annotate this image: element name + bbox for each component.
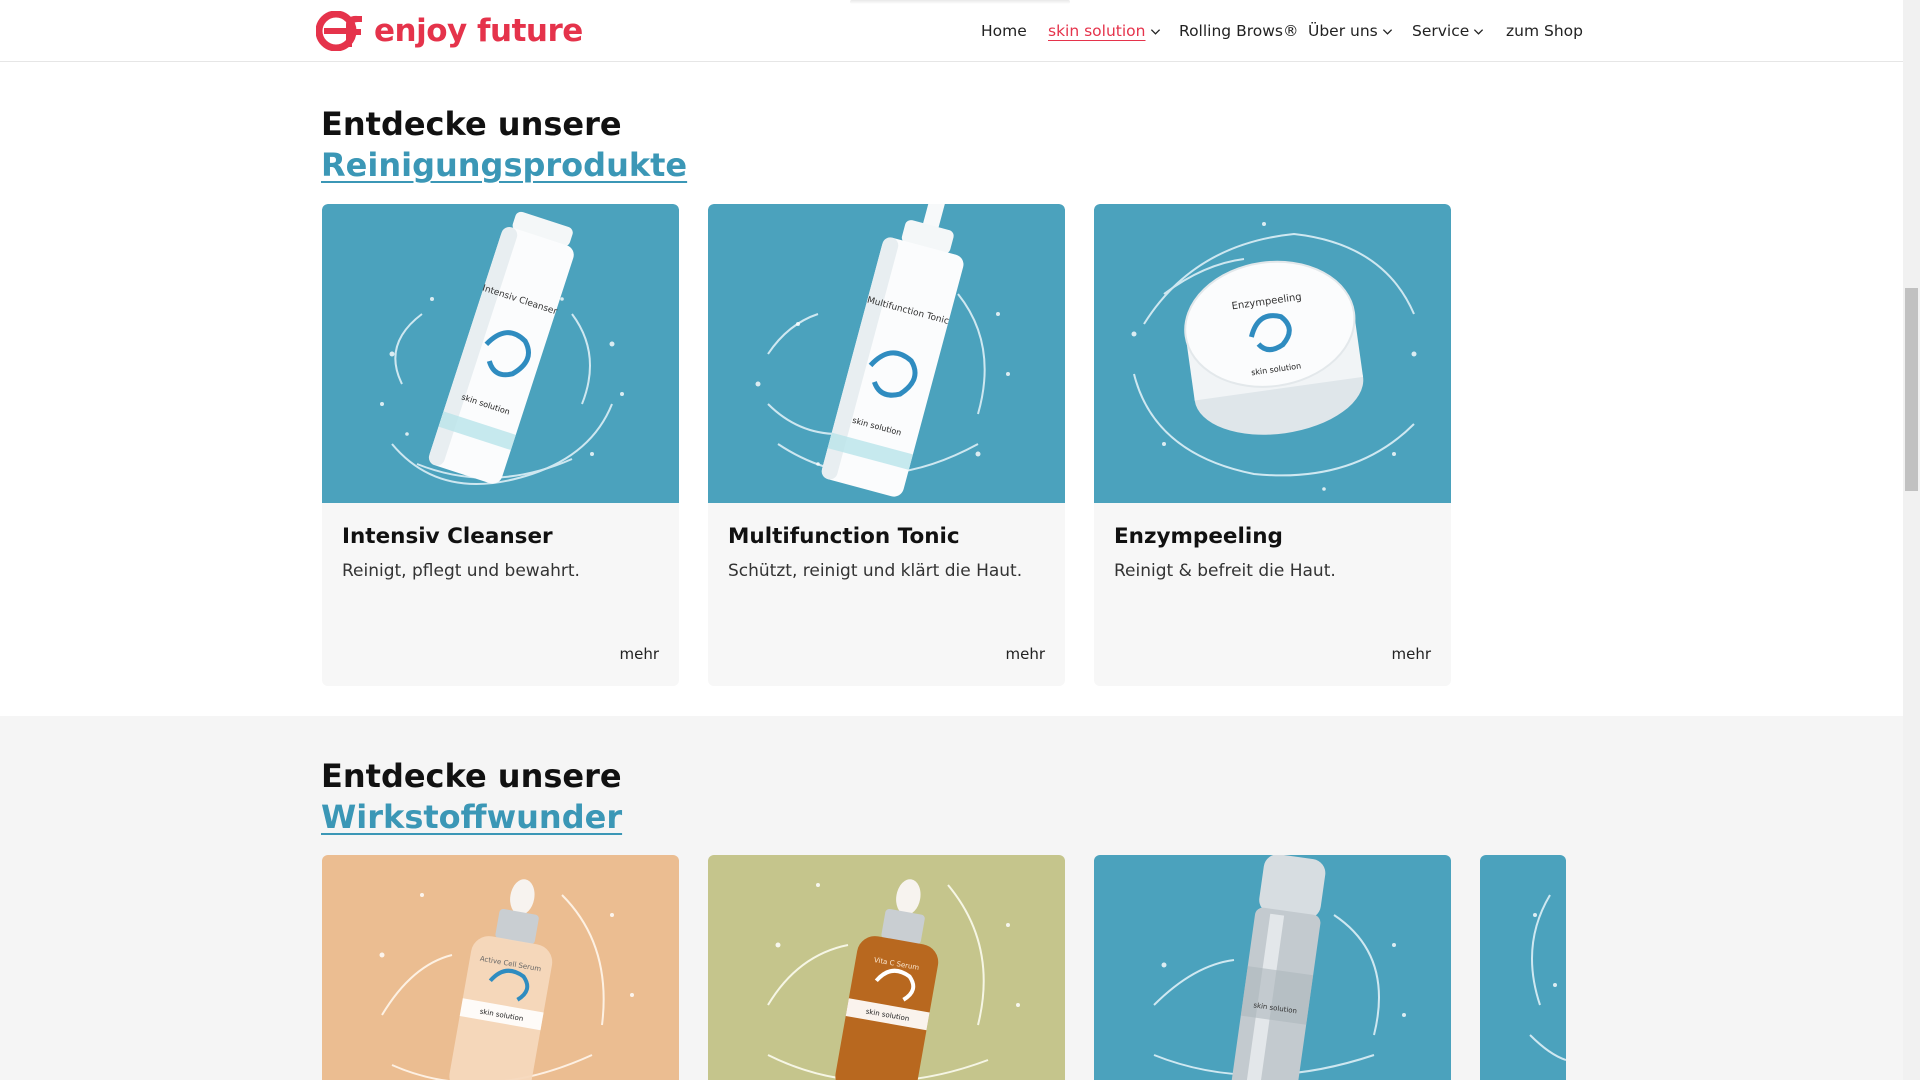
nav-skin-solution[interactable]: skin solution: [1048, 22, 1161, 40]
more-link[interactable]: mehr: [1005, 645, 1045, 663]
nav-ueber-uns-label: Über uns: [1308, 22, 1378, 40]
product-photo-cleanser: Intensiv Cleanser skin solution: [322, 204, 679, 503]
product-title: Multifunction Tonic: [728, 524, 960, 549]
chevron-down-icon: [1474, 28, 1484, 35]
product-image: Intensiv Cleanser skin solution: [322, 204, 679, 503]
nav-zum-shop[interactable]: zum Shop: [1506, 22, 1583, 40]
product-card[interactable]: Enzympeeling skin solution Enzympeeling …: [1094, 204, 1451, 686]
nav-service[interactable]: Service: [1412, 22, 1484, 40]
logo-text: enjoy future: [374, 13, 583, 49]
section-title-link-active-ingredients[interactable]: Wirkstoffwunder: [321, 797, 622, 838]
header-shadow: [850, 0, 1070, 4]
scrollbar-track[interactable]: [1903, 0, 1920, 1080]
product-description: Schützt, reinigt und klärt die Haut.: [728, 561, 1023, 581]
more-link[interactable]: mehr: [619, 645, 659, 663]
nav-zum-shop-label: zum Shop: [1506, 22, 1583, 40]
product-description: Reinigt & befreit die Haut.: [1114, 561, 1336, 581]
section-title-active-ingredients: Entdecke unsere Wirkstoffwunder: [321, 756, 622, 838]
product-photo-serum-3: skin solution: [1094, 855, 1451, 1080]
nav-home[interactable]: Home: [981, 22, 1027, 40]
logo-mark-icon: [316, 11, 362, 51]
product-photo-serum-4: [1480, 855, 1566, 1080]
product-card[interactable]: Active Cell Serum skin solution: [322, 855, 679, 1080]
product-title: Intensiv Cleanser: [342, 524, 553, 549]
product-photo-serum-2: Vita C Serum skin solution: [708, 855, 1065, 1080]
product-photo-serum-1: Active Cell Serum skin solution: [322, 855, 679, 1080]
chevron-down-icon: [1382, 28, 1392, 35]
more-link[interactable]: mehr: [1391, 645, 1431, 663]
product-card[interactable]: Multifunction Tonic skin solution Multif…: [708, 204, 1065, 686]
chevron-down-icon: [1150, 28, 1160, 35]
nav-rolling-brows-label: Rolling Brows®: [1179, 22, 1299, 40]
nav-rolling-brows[interactable]: Rolling Brows®: [1179, 22, 1298, 40]
product-card[interactable]: Vita C Serum skin solution: [708, 855, 1065, 1080]
section-title-line1: Entdecke unsere: [321, 105, 622, 143]
page: enjoy future Home skin solution Rolling …: [0, 0, 1920, 1080]
nav-home-label: Home: [981, 22, 1027, 40]
product-photo-enzympeeling: Enzympeeling skin solution: [1094, 204, 1451, 503]
nav-service-label: Service: [1412, 22, 1470, 40]
product-card[interactable]: skin solution: [1094, 855, 1451, 1080]
product-title: Enzympeeling: [1114, 524, 1283, 549]
section-title-line1: Entdecke unsere: [321, 757, 622, 795]
product-card[interactable]: Intensiv Cleanser skin solution Intensiv…: [322, 204, 679, 686]
product-card-partial[interactable]: [1480, 855, 1566, 1080]
product-image: Multifunction Tonic skin solution: [708, 204, 1065, 503]
scrollbar-thumb[interactable]: [1905, 288, 1918, 491]
site-header: enjoy future Home skin solution Rolling …: [0, 0, 1903, 62]
section-title-link-cleansing[interactable]: Reinigungsprodukte: [321, 145, 687, 186]
nav-skin-solution-label: skin solution: [1048, 22, 1146, 40]
product-image: Enzympeeling skin solution: [1094, 204, 1451, 503]
product-photo-tonic: Multifunction Tonic skin solution: [708, 204, 1065, 503]
product-description: Reinigt, pflegt und bewahrt.: [342, 561, 580, 581]
site-logo[interactable]: enjoy future: [316, 11, 583, 51]
nav-ueber-uns[interactable]: Über uns: [1308, 22, 1393, 40]
section-title-cleansing: Entdecke unsere Reinigungsprodukte: [321, 104, 687, 186]
